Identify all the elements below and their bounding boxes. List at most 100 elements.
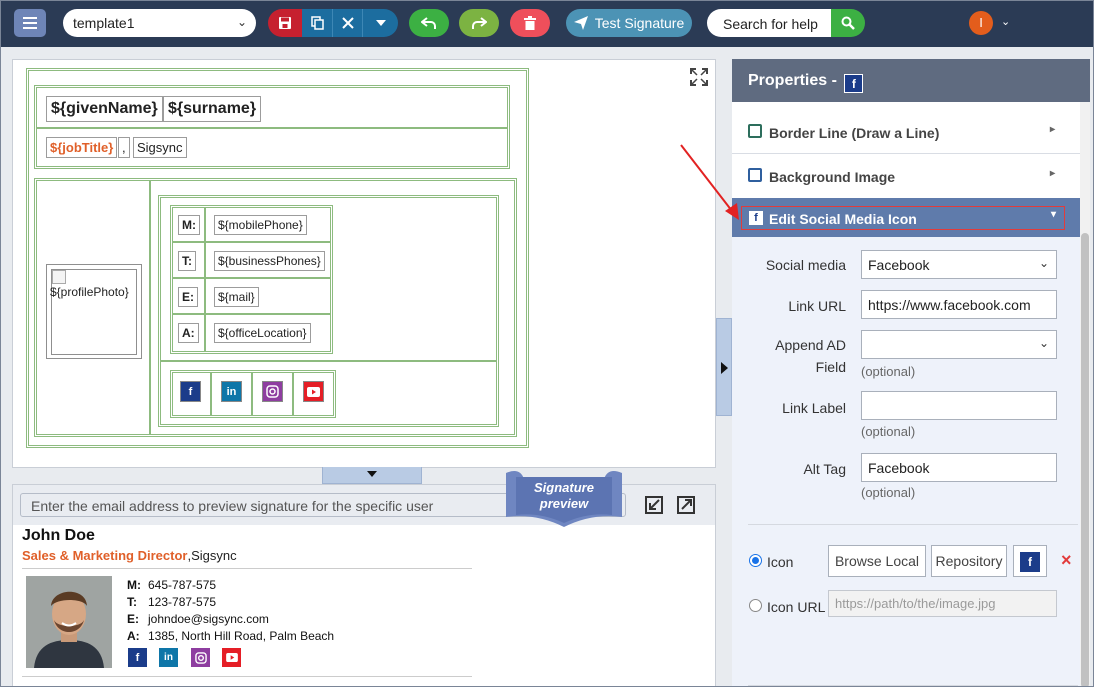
facebook-icon: f: [1020, 552, 1040, 572]
instagram-icon[interactable]: [262, 381, 283, 402]
ribbon-text: Signature preview: [506, 480, 622, 512]
help-search-input[interactable]: Search for help: [707, 9, 833, 37]
append-ad-field-select[interactable]: ⌄: [861, 330, 1057, 359]
divider: [173, 277, 330, 279]
contact-value-token[interactable]: ${mail}: [214, 287, 259, 307]
icon-url-input[interactable]: https://path/to/the/image.jpg: [828, 590, 1057, 617]
delete-button[interactable]: [510, 9, 550, 37]
contact-label: M:: [127, 578, 141, 592]
minimize-preview-icon[interactable]: [644, 495, 664, 515]
contact-value-token[interactable]: ${mobilePhone}: [214, 215, 307, 235]
chevron-down-icon: ⌄: [236, 15, 247, 29]
facebook-icon: f: [844, 74, 864, 93]
caret-down-icon: [375, 20, 386, 26]
redo-button[interactable]: [459, 9, 499, 37]
divider: [173, 313, 330, 315]
broken-image-icon: [52, 270, 66, 284]
contact-label[interactable]: A:: [178, 323, 199, 343]
contact-label[interactable]: M:: [178, 215, 200, 235]
divider: [748, 524, 1078, 525]
contact-label[interactable]: E:: [178, 287, 198, 307]
alt-tag-input[interactable]: Facebook: [861, 453, 1057, 482]
caret-down-icon: ▾: [1050, 209, 1056, 220]
collapse-preview-toggle[interactable]: [322, 467, 422, 484]
image-icon: [748, 168, 762, 182]
divider: [22, 568, 472, 569]
help-search-button[interactable]: [831, 9, 865, 37]
border-line-icon: [748, 124, 762, 138]
floppy-disk-icon: [279, 17, 291, 29]
chevron-down-icon: ⌄: [1038, 256, 1049, 270]
link-label-input[interactable]: [861, 391, 1057, 420]
repository-button[interactable]: Repository: [931, 545, 1007, 577]
undo-button[interactable]: [409, 9, 449, 37]
fullscreen-icon[interactable]: [689, 67, 709, 87]
company-token[interactable]: Sigsync: [133, 137, 187, 158]
youtube-icon[interactable]: [222, 648, 241, 667]
save-as-button[interactable]: [302, 9, 332, 37]
contact-value: 645-787-575: [148, 578, 217, 592]
hamburger-menu-button[interactable]: [14, 9, 46, 37]
chevron-down-icon[interactable]: ⌄: [1001, 15, 1010, 28]
separator-token[interactable]: ,: [118, 137, 130, 158]
facebook-icon[interactable]: f: [180, 381, 201, 402]
facebook-icon[interactable]: f: [128, 648, 147, 667]
save-button[interactable]: [268, 9, 302, 37]
social-media-select[interactable]: Facebook ⌄: [861, 250, 1057, 279]
open-external-icon[interactable]: [676, 495, 696, 515]
contact-value-token[interactable]: ${officeLocation}: [214, 323, 311, 343]
template-select-value: template1: [73, 15, 135, 31]
panel-item-background-image[interactable]: Background Image ▸: [732, 155, 1080, 198]
redo-icon: [472, 17, 487, 29]
collapse-panel-toggle[interactable]: [716, 318, 732, 416]
linkedin-icon[interactable]: in: [221, 381, 242, 402]
instagram-icon[interactable]: [191, 648, 210, 667]
user-avatar[interactable]: I: [969, 11, 993, 35]
link-url-input[interactable]: https://www.facebook.com: [861, 290, 1057, 319]
test-signature-button[interactable]: Test Signature: [566, 9, 692, 37]
browse-local-button[interactable]: Browse Local: [828, 545, 926, 577]
append-ad-label-line2: Field: [815, 359, 846, 375]
trash-icon: [524, 16, 536, 30]
contact-label: A:: [127, 629, 140, 643]
icon-url-radio[interactable]: [749, 599, 762, 612]
divider: [204, 208, 206, 351]
preview-contact-row: T: 123-787-575: [127, 594, 334, 611]
profile-photo-frame[interactable]: ${profilePhoto}: [46, 264, 142, 359]
selected-icon-preview[interactable]: f: [1013, 545, 1047, 577]
template-select[interactable]: template1 ⌄: [63, 9, 256, 37]
panel-scrollbar-thumb[interactable]: [1081, 233, 1089, 686]
panel-item-border-line[interactable]: Border Line (Draw a Line) ▸: [732, 111, 1080, 154]
preview-profile-photo: [26, 576, 112, 668]
signature-editor-canvas: ${givenName} ${surname} ${jobTitle} , Si…: [12, 59, 716, 468]
caret-right-icon: ▸: [1049, 124, 1055, 135]
menu-line: [23, 17, 37, 19]
contact-label: T:: [127, 595, 137, 609]
ribbon-line: preview: [539, 496, 589, 511]
icon-url-radio-label: Icon URL: [767, 599, 826, 615]
properties-header: Properties - f: [732, 59, 1090, 102]
linkedin-icon[interactable]: in: [159, 648, 178, 667]
divider: [149, 181, 151, 434]
youtube-icon[interactable]: [303, 381, 324, 402]
contact-value: johndoe@sigsync.com: [148, 612, 269, 626]
icon-radio[interactable]: [749, 554, 762, 567]
test-signature-label: Test Signature: [594, 15, 685, 31]
divider: [210, 373, 212, 415]
edit-social-media-header[interactable]: f Edit Social Media Icon ▾: [741, 206, 1065, 230]
link-label-label: Link Label: [782, 400, 846, 416]
contact-label[interactable]: T:: [178, 251, 196, 271]
close-template-button[interactable]: [332, 9, 362, 37]
preview-email-placeholder: Enter the email address to preview signa…: [31, 498, 434, 514]
facebook-icon: f: [749, 211, 763, 225]
contact-value-token[interactable]: ${businessPhones}: [214, 251, 325, 271]
job-title-token[interactable]: ${jobTitle}: [46, 137, 118, 158]
more-options-button[interactable]: [362, 9, 398, 37]
close-icon: [341, 17, 354, 29]
given-name-token[interactable]: ${givenName}: [46, 96, 163, 122]
social-media-form: Social media Facebook ⌄ Link URL https:/…: [732, 237, 1080, 686]
surname-token[interactable]: ${surname}: [163, 96, 262, 122]
preview-contact-row: M: 645-787-575: [127, 577, 334, 594]
remove-icon[interactable]: ×: [1061, 550, 1072, 571]
caret-down-icon: [367, 471, 377, 477]
